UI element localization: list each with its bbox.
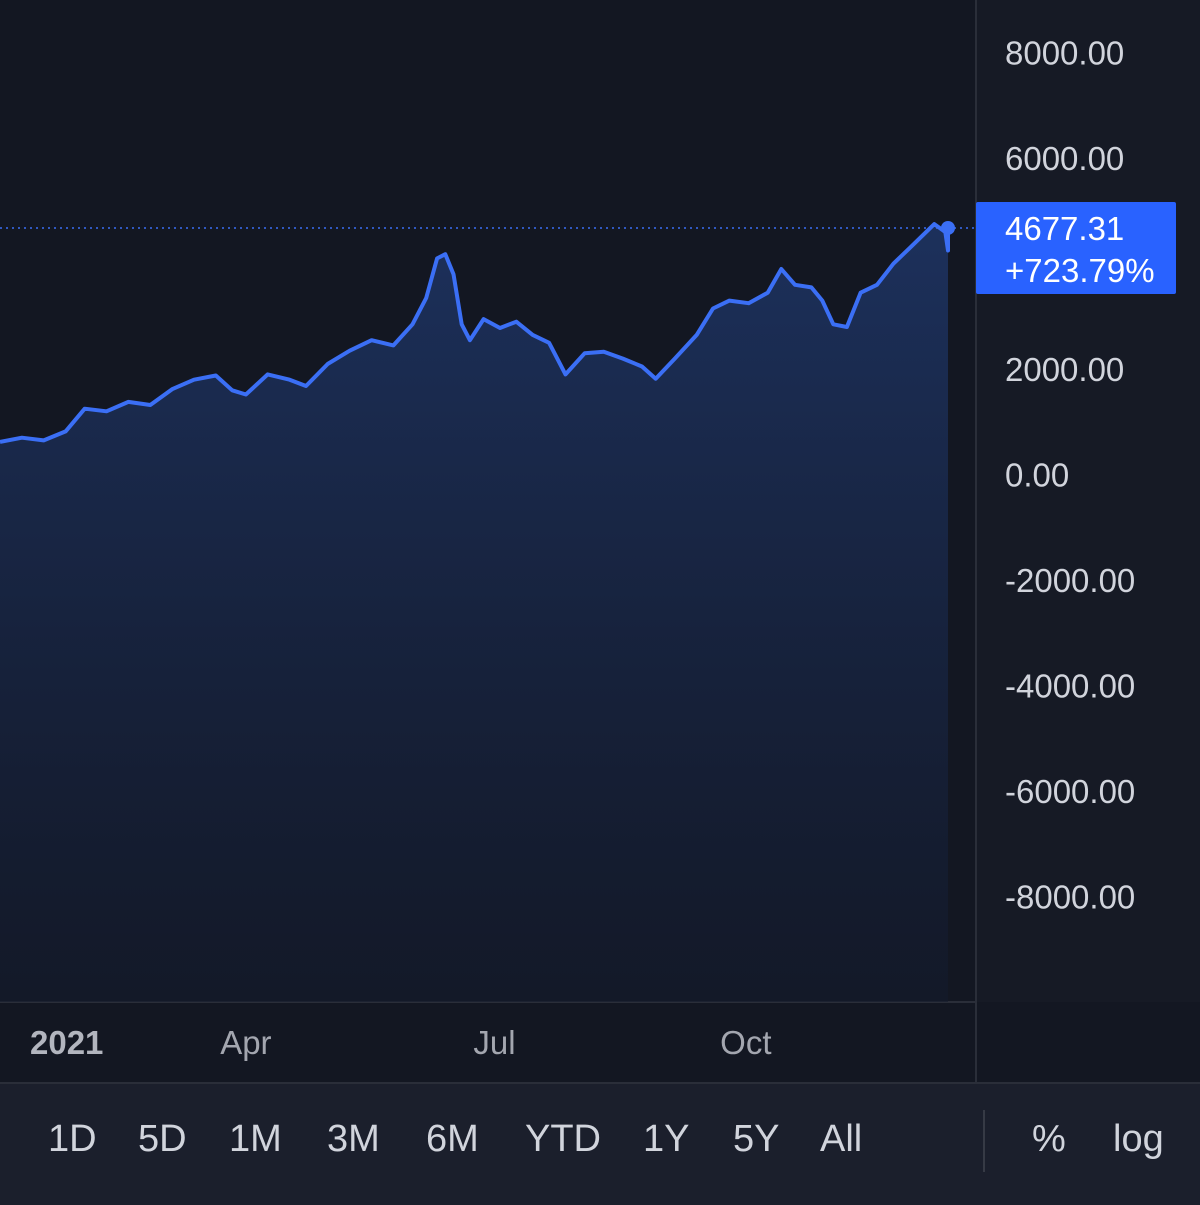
range-button-5y[interactable]: 5Y xyxy=(733,1120,779,1158)
x-tick-label: 2021 xyxy=(30,1024,103,1061)
percent-scale-button[interactable]: % xyxy=(1032,1120,1066,1158)
toolbar-separator xyxy=(983,1110,985,1172)
price-chart[interactable]: 8000.00 6000.00 2000.00 0.00 -2000.00 -4000.0… xyxy=(0,0,1200,1082)
range-button-6m[interactable]: 6M xyxy=(426,1120,479,1158)
last-price-change: +723.79% xyxy=(1005,252,1155,289)
chart-area[interactable]: 8000.00 6000.00 2000.00 0.00 -2000.00 -4000.0… xyxy=(0,0,1200,1082)
last-price-value: 4677.31 xyxy=(1005,210,1124,247)
range-button-1d[interactable]: 1D xyxy=(48,1120,97,1158)
range-button-ytd[interactable]: YTD xyxy=(525,1120,601,1158)
x-tick-label: Apr xyxy=(220,1024,271,1061)
log-scale-button[interactable]: log xyxy=(1113,1120,1164,1158)
range-button-all[interactable]: All xyxy=(820,1120,862,1158)
y-tick-label: -2000.00 xyxy=(1005,562,1135,599)
range-button-1y[interactable]: 1Y xyxy=(643,1120,689,1158)
y-tick-label: 8000.00 xyxy=(1005,35,1124,72)
range-button-1m[interactable]: 1M xyxy=(229,1120,282,1158)
y-tick-label: -4000.00 xyxy=(1005,668,1135,705)
range-button-3m[interactable]: 3M xyxy=(327,1120,380,1158)
range-button-5d[interactable]: 5D xyxy=(138,1120,187,1158)
time-range-toolbar: 1D 5D 1M 3M 6M YTD 1Y 5Y All % log xyxy=(0,1082,1200,1205)
x-tick-label: Jul xyxy=(473,1024,515,1061)
y-tick-label: 0.00 xyxy=(1005,457,1069,494)
series-area-fill xyxy=(0,224,948,1003)
y-tick-label: 6000.00 xyxy=(1005,140,1124,177)
y-tick-label: -6000.00 xyxy=(1005,773,1135,810)
y-tick-label: 2000.00 xyxy=(1005,351,1124,388)
last-point-marker[interactable] xyxy=(941,220,955,235)
y-tick-label: -8000.00 xyxy=(1005,879,1135,916)
x-tick-label: Oct xyxy=(720,1024,771,1061)
